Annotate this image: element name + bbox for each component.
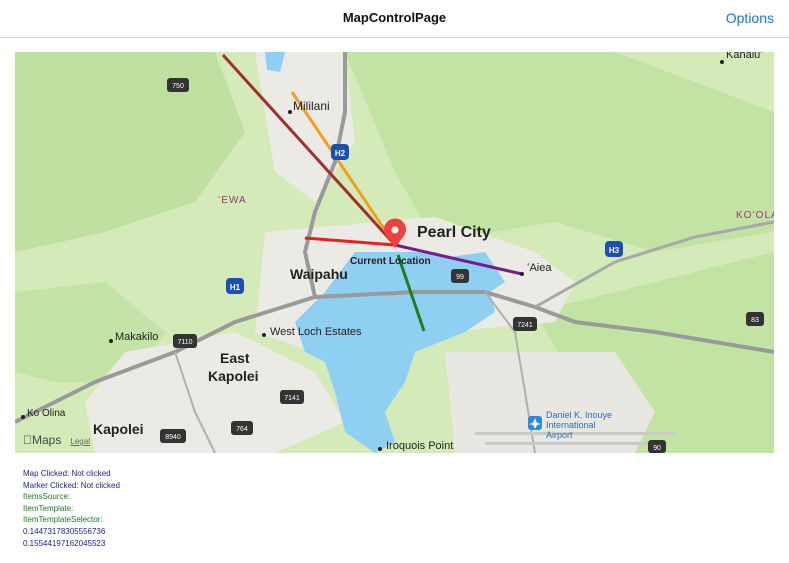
route-shield-750: 750 [167, 78, 189, 92]
label-pearl-city: Pearl City [417, 224, 491, 241]
svg-text:H2: H2 [335, 149, 346, 158]
map-attribution: Maps Legal [23, 433, 90, 447]
label-waipahu: Waipahu [290, 266, 348, 282]
label-west-loch-estates: West Loch Estates [270, 326, 362, 338]
label-airport-1: Daniel K. Inouye [546, 410, 612, 420]
svg-text:7241: 7241 [517, 322, 533, 329]
item-template-selector-label: ItemTemplateSelector: [23, 515, 103, 525]
label-makakilo: Makakilo [115, 331, 158, 343]
airport-icon [528, 416, 542, 430]
options-button[interactable]: Options [726, 10, 774, 26]
interstate-shield-h1: H1 [226, 278, 244, 294]
route-shield-7110: 7110 [173, 334, 197, 348]
maps-logo: Maps [23, 433, 61, 447]
route-shield-764: 764 [231, 421, 253, 435]
svg-text:99: 99 [456, 274, 464, 281]
label-current-location: Current Location [350, 256, 431, 267]
route-shield-83: 83 [746, 312, 764, 326]
label-kapolei: Kapolei [93, 421, 144, 437]
svg-text:7110: 7110 [177, 339, 192, 346]
place-dot [288, 110, 292, 114]
interstate-shield-h3: H3 [605, 241, 623, 257]
label-airport-3: Airport [546, 430, 573, 440]
map-canvas[interactable]: 750 H2 H1 H3 99 7241 7110 7141 764 8940 … [15, 52, 774, 453]
label-east: East [220, 350, 250, 366]
label-ewa: ʻEWA [218, 194, 247, 206]
legal-link[interactable]: Legal [70, 437, 90, 446]
route-shield-8940: 8940 [160, 429, 186, 443]
label-ko-olina: Ko Olina [27, 408, 66, 419]
place-dot [21, 415, 25, 419]
svg-text:90: 90 [653, 445, 661, 452]
items-source-label: ItemsSource: [23, 492, 71, 502]
label-mililani: Mililani [293, 99, 330, 113]
marker-clicked-status: Marker Clicked: Not clicked [23, 480, 120, 490]
label-kahalu: Kahaluʻ [726, 52, 763, 61]
map-view[interactable]: 750 H2 H1 H3 99 7241 7110 7141 764 8940 … [15, 52, 774, 453]
value-readout-1: 0.14473178305556736 [23, 526, 106, 536]
value-readout-2: 0.15544197162045523 [23, 538, 106, 548]
runway [475, 432, 675, 435]
status-panel: Map Clicked: Not clicked Marker Clicked:… [23, 468, 120, 549]
label-iroquois-point: Iroquois Point [386, 440, 453, 452]
place-dot [262, 333, 266, 337]
place-dot [720, 60, 724, 64]
svg-text:83: 83 [751, 317, 759, 324]
label-east-kapolei: Kapolei [208, 368, 259, 384]
page-title: MapControlPage [342, 10, 447, 25]
route-shield-90: 90 [648, 440, 666, 453]
interstate-shield-h2: H2 [331, 144, 349, 160]
label-airport-2: International [546, 420, 596, 430]
svg-text:H1: H1 [230, 283, 241, 292]
place-dot [109, 339, 113, 343]
svg-text:7141: 7141 [284, 395, 300, 402]
svg-text:8940: 8940 [165, 434, 181, 441]
item-template-label: ItemTemplate: [23, 503, 74, 513]
label-koolau: KOʻOLA [736, 209, 774, 221]
svg-text:H3: H3 [609, 246, 620, 255]
place-dot [520, 272, 524, 276]
runway [485, 442, 665, 445]
place-dot [378, 447, 382, 451]
navigation-bar: MapControlPage Options [0, 0, 789, 38]
svg-text:764: 764 [236, 426, 248, 433]
route-shield-99: 99 [451, 269, 469, 283]
route-shield-7141: 7141 [280, 390, 304, 404]
route-shield-7241: 7241 [513, 317, 537, 331]
svg-text:750: 750 [172, 83, 184, 90]
label-aiea: ʻAiea [527, 262, 552, 274]
map-clicked-status: Map Clicked: Not clicked [23, 469, 111, 478]
